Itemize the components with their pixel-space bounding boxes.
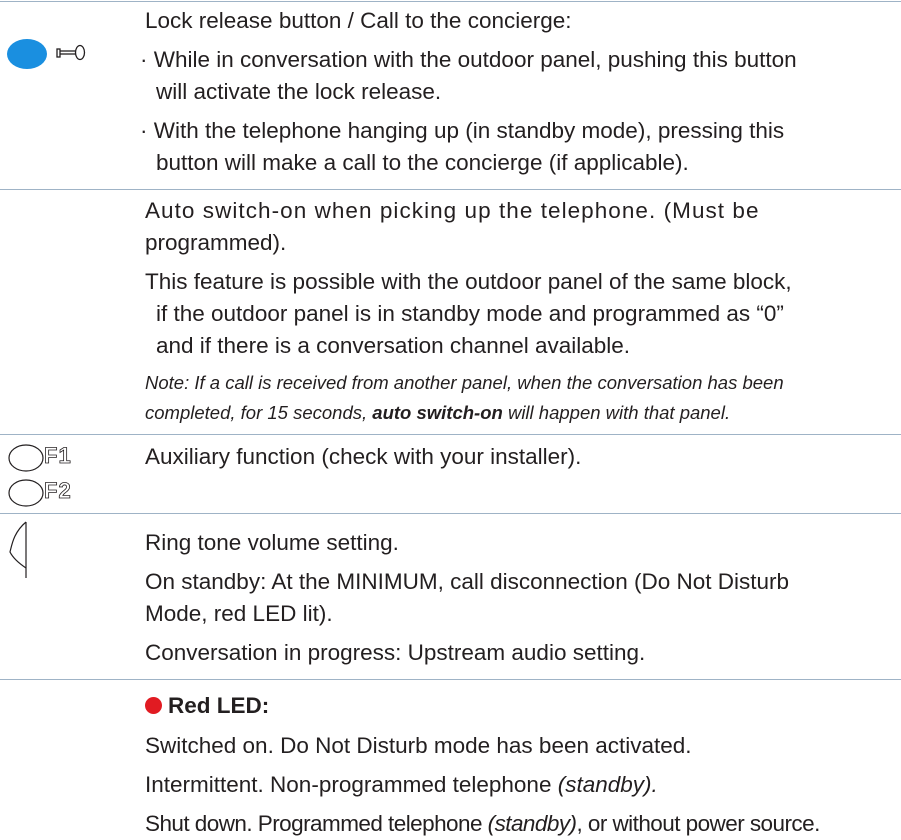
red-led-title-text: Red LED:: [168, 693, 270, 718]
f2-label: F2: [44, 478, 72, 504]
divider: [0, 434, 901, 435]
auxiliary-function-text: Auxiliary function (check with your inst…: [145, 444, 582, 469]
f2-button-icon: [8, 479, 44, 507]
divider: [0, 513, 901, 514]
note-text: completed, for 15 seconds,: [145, 402, 373, 423]
divider: [0, 679, 901, 680]
auto-switch-para-line-2: if the outdoor panel is in standby mode …: [156, 301, 784, 326]
auto-switch-title-line-1: Auto switch-on when picking up the telep…: [145, 198, 760, 223]
led-intermittent: Intermittent. Non-programmed telephone (…: [145, 769, 885, 801]
divider: [0, 1, 901, 2]
volume-standby-line-1: On standby: At the MINIMUM, call disconn…: [145, 569, 789, 594]
led-shut-down-ital: (standby): [487, 811, 577, 836]
f1-label: F1: [44, 443, 72, 469]
note-bold-text: auto switch-on: [372, 402, 503, 423]
volume-title: Ring tone volume setting.: [145, 530, 399, 555]
auto-switch-note-line-1: Note: If a call is received from another…: [145, 372, 784, 393]
note-text: will happen with that panel.: [502, 402, 731, 423]
led-shut-down-post: , or without power source.: [576, 811, 820, 836]
auto-switch-note-line-2: completed, for 15 seconds, auto switch-o…: [145, 398, 890, 428]
red-led-title: Red LED:: [145, 690, 885, 722]
volume-standby-line-2: Mode, red LED lit).: [145, 601, 333, 626]
led-intermittent-text: Intermittent. Non-programmed telephone: [145, 772, 558, 797]
lock-release-button-icon: [7, 39, 86, 69]
lock-bullet-1-line-2: will activate the lock release.: [156, 79, 442, 104]
volume-conversation: Conversation in progress: Upstream audio…: [145, 640, 646, 665]
auto-switch-para-line-1: This feature is possible with the outdoo…: [145, 269, 792, 294]
led-shut-down: Shut down. Programmed telephone (standby…: [145, 808, 885, 840]
lock-bullet-2-line-1: · With the telephone hanging up (in stan…: [140, 118, 785, 143]
lock-bullet-1-line-1: · While in conversation with the outdoor…: [140, 47, 797, 72]
auto-switch-title-line-2: programmed).: [145, 230, 287, 255]
led-intermittent-ital: (standby).: [557, 772, 658, 797]
led-switched-on: Switched on. Do Not Disturb mode has bee…: [145, 733, 692, 758]
auto-switch-para-line-3: and if there is a conversation channel a…: [156, 333, 631, 358]
f1-button-icon: [8, 444, 44, 472]
led-shut-down-text: Shut down. Programmed telephone: [145, 811, 488, 836]
volume-dial-icon: [9, 521, 27, 578]
lock-release-title: Lock release button / Call to the concie…: [145, 8, 572, 33]
lock-bullet-2-line-2: button will make a call to the concierge…: [156, 150, 689, 175]
divider: [0, 189, 901, 190]
red-dot-icon: [145, 697, 162, 714]
